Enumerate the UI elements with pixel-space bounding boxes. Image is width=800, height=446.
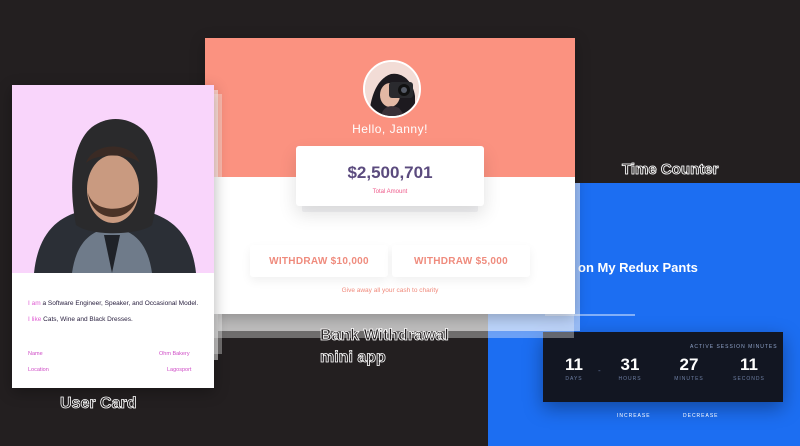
timer-seconds-label: SECONDS bbox=[733, 376, 765, 382]
timer-days-value: 11 bbox=[565, 355, 583, 374]
user-bio-line-2: I like Cats, Wine and Black Dresses. bbox=[28, 316, 133, 323]
timer-heading: on My Redux Pants bbox=[578, 260, 698, 275]
name-value: Ohm Bakery bbox=[159, 351, 190, 357]
timer-counter-caption: Time Counter bbox=[622, 161, 719, 179]
bank-caption-line1: Bank Withdrawal bbox=[320, 327, 450, 345]
increase-button[interactable]: INCREASE bbox=[617, 413, 651, 419]
avatar-photo-icon bbox=[365, 62, 419, 116]
bio-text-2: Cats, Wine and Black Dresses. bbox=[41, 316, 133, 323]
timer-separator: - bbox=[598, 366, 601, 375]
timer-unit-seconds: 11 SECONDS bbox=[729, 355, 769, 382]
timer-hours-value: 31 bbox=[620, 355, 640, 374]
bio-prefix-2: I like bbox=[28, 316, 42, 323]
total-amount-label: Total Amount bbox=[372, 189, 408, 195]
user-bio-line-1: I am a Software Engineer, Speaker, and O… bbox=[28, 300, 198, 307]
bio-prefix-1: I am bbox=[28, 300, 41, 307]
timer-card-label: ACTIVE SESSION MINUTES bbox=[690, 344, 778, 350]
bio-text-1: a Software Engineer, Speaker, and Occasi… bbox=[40, 300, 199, 307]
avatar bbox=[363, 60, 421, 118]
location-label: Location bbox=[28, 367, 49, 373]
timer-unit-hours: 31 HOURS bbox=[610, 355, 650, 382]
charity-link[interactable]: Give away all your cash to charity bbox=[205, 287, 575, 294]
user-card-caption: User Card bbox=[60, 395, 137, 413]
timer-unit-minutes: 27 MINUTES bbox=[669, 355, 709, 382]
withdraw-10000-button[interactable]: WITHDRAW $10,000 bbox=[250, 245, 388, 277]
timer-unit-days: 11 DAYS bbox=[554, 355, 594, 382]
user-photo bbox=[12, 85, 214, 273]
decrease-button[interactable]: DECREASE bbox=[683, 413, 719, 419]
timer-days-label: DAYS bbox=[565, 376, 583, 382]
hooded-person-icon bbox=[12, 85, 214, 273]
timer-minutes-value: 27 bbox=[679, 355, 699, 374]
location-value: Lagosport bbox=[167, 367, 192, 373]
withdraw-5000-button[interactable]: WITHDRAW $5,000 bbox=[392, 245, 530, 277]
timer-hours-label: HOURS bbox=[618, 376, 642, 382]
bank-caption-line2: mini app bbox=[320, 349, 387, 367]
bank-app-caption: Bank Withdrawal mini app bbox=[320, 325, 450, 369]
timer-minutes-label: MINUTES bbox=[674, 376, 704, 382]
bank-greeting: Hello, Janny! bbox=[352, 122, 428, 136]
total-amount-value: $2,500,701 bbox=[347, 163, 433, 182]
timer-seconds-value: 11 bbox=[740, 355, 758, 374]
name-label: Name bbox=[28, 351, 43, 357]
